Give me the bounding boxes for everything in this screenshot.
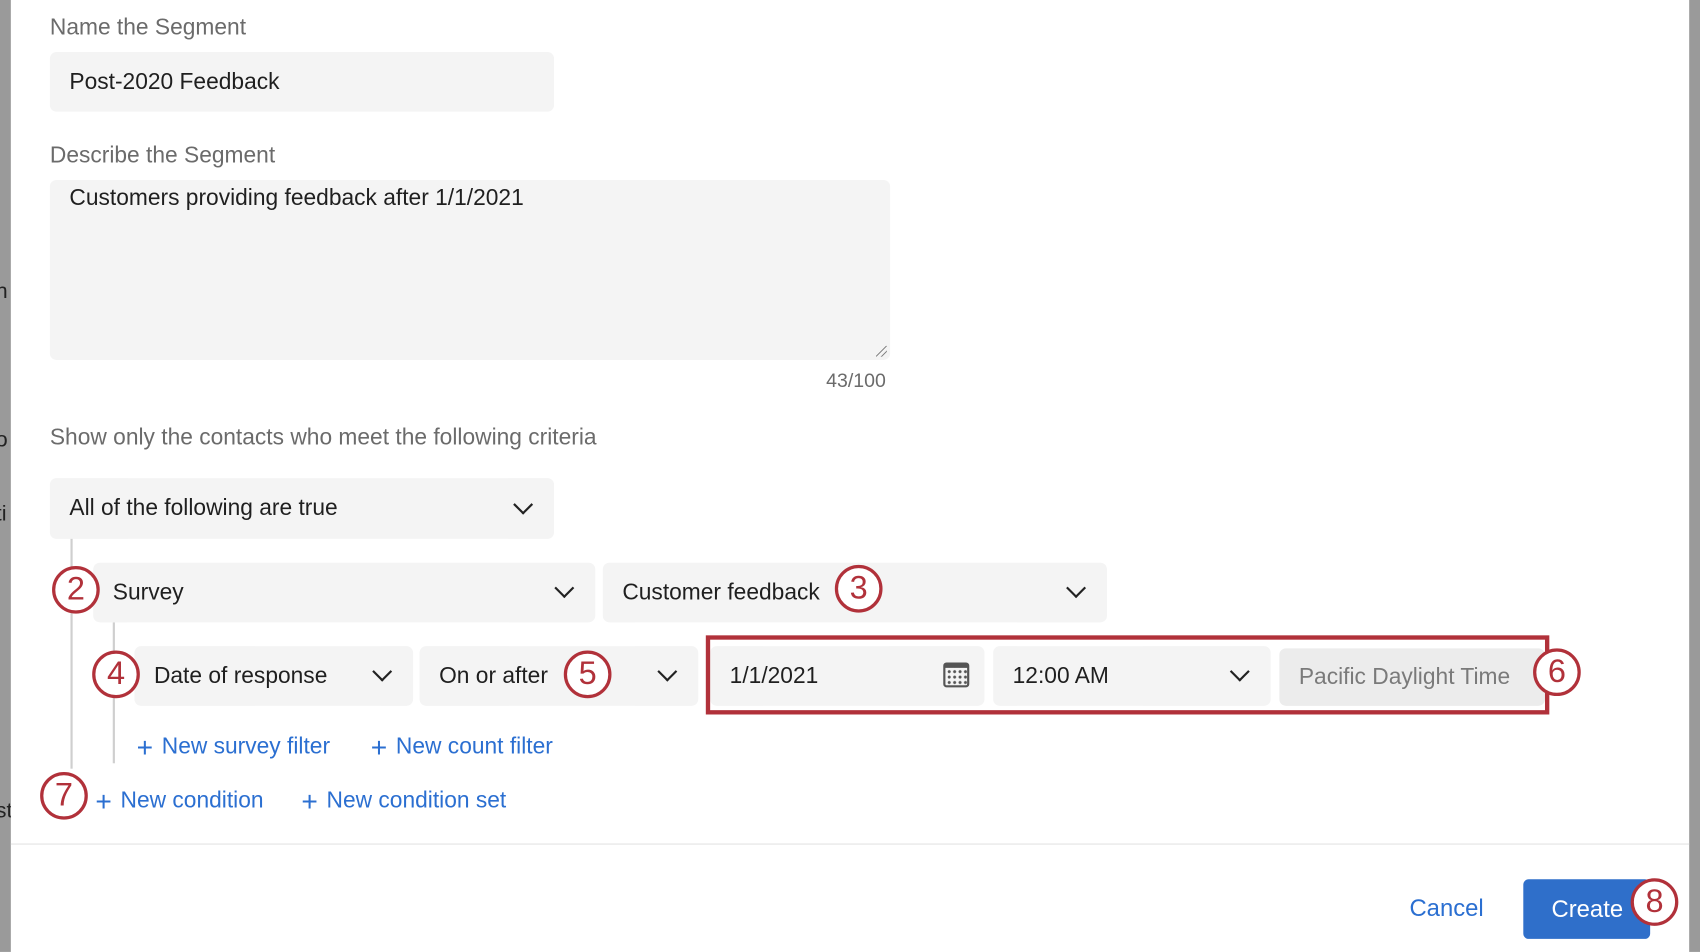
match-type-value: All of the following are true bbox=[69, 495, 337, 521]
annotation-highlight-box bbox=[706, 635, 1550, 714]
background-text: n bbox=[0, 280, 8, 305]
resize-handle-icon[interactable] bbox=[876, 346, 887, 357]
background-text: st bbox=[0, 799, 11, 824]
annotation-badge-5: 5 bbox=[564, 651, 612, 699]
operator-value: On or after bbox=[439, 663, 548, 689]
cancel-button[interactable]: Cancel bbox=[1409, 894, 1483, 922]
description-label: Describe the Segment bbox=[50, 143, 275, 169]
segment-description-textarea[interactable]: Customers providing feedback after 1/1/2… bbox=[50, 180, 890, 360]
chevron-down-icon bbox=[657, 662, 677, 682]
annotation-badge-4: 4 bbox=[92, 651, 140, 699]
character-counter: 43/100 bbox=[826, 370, 886, 393]
annotation-badge-7: 7 bbox=[40, 772, 88, 820]
chevron-down-icon bbox=[1066, 578, 1086, 598]
background-text: ti bbox=[0, 502, 7, 527]
plus-icon: + bbox=[137, 733, 153, 761]
condition-type-dropdown[interactable]: Survey bbox=[93, 563, 595, 623]
plus-icon: + bbox=[371, 733, 387, 761]
new-count-filter-label: New count filter bbox=[396, 734, 553, 760]
operator-dropdown[interactable]: On or after bbox=[420, 646, 699, 706]
criteria-label: Show only the contacts who meet the foll… bbox=[50, 425, 597, 451]
segment-name-input[interactable]: Post-2020 Feedback bbox=[50, 52, 554, 112]
name-label: Name the Segment bbox=[50, 15, 246, 41]
new-condition-set-label: New condition set bbox=[327, 788, 507, 814]
survey-value: Customer feedback bbox=[622, 580, 819, 606]
scrollbar[interactable] bbox=[1689, 0, 1700, 952]
match-type-dropdown[interactable]: All of the following are true bbox=[50, 478, 554, 539]
annotation-badge-3: 3 bbox=[835, 565, 883, 613]
plus-icon: + bbox=[301, 787, 317, 815]
background-text: o bbox=[0, 428, 8, 453]
new-condition-link[interactable]: + New condition bbox=[95, 787, 263, 815]
chevron-down-icon bbox=[372, 662, 392, 682]
filter-field-value: Date of response bbox=[154, 663, 327, 689]
plus-icon: + bbox=[95, 787, 111, 815]
footer-divider bbox=[11, 844, 1689, 845]
new-survey-filter-label: New survey filter bbox=[162, 734, 330, 760]
annotation-badge-8: 8 bbox=[1631, 878, 1679, 926]
description-text: Customers providing feedback after 1/1/2… bbox=[69, 185, 523, 211]
annotation-badge-6: 6 bbox=[1533, 648, 1581, 696]
new-survey-filter-link[interactable]: + New survey filter bbox=[137, 733, 330, 761]
annotation-badge-2: 2 bbox=[52, 566, 100, 614]
new-count-filter-link[interactable]: + New count filter bbox=[371, 733, 553, 761]
create-segment-dialog: n o ti st Name the Segment Post-2020 Fee… bbox=[0, 0, 1700, 952]
filter-field-dropdown[interactable]: Date of response bbox=[134, 646, 413, 706]
chevron-down-icon bbox=[554, 578, 574, 598]
new-condition-set-link[interactable]: + New condition set bbox=[301, 787, 506, 815]
chevron-down-icon bbox=[513, 495, 533, 515]
new-condition-label: New condition bbox=[121, 788, 264, 814]
background-page: n o ti st bbox=[0, 0, 11, 952]
condition-type-value: Survey bbox=[113, 580, 184, 606]
